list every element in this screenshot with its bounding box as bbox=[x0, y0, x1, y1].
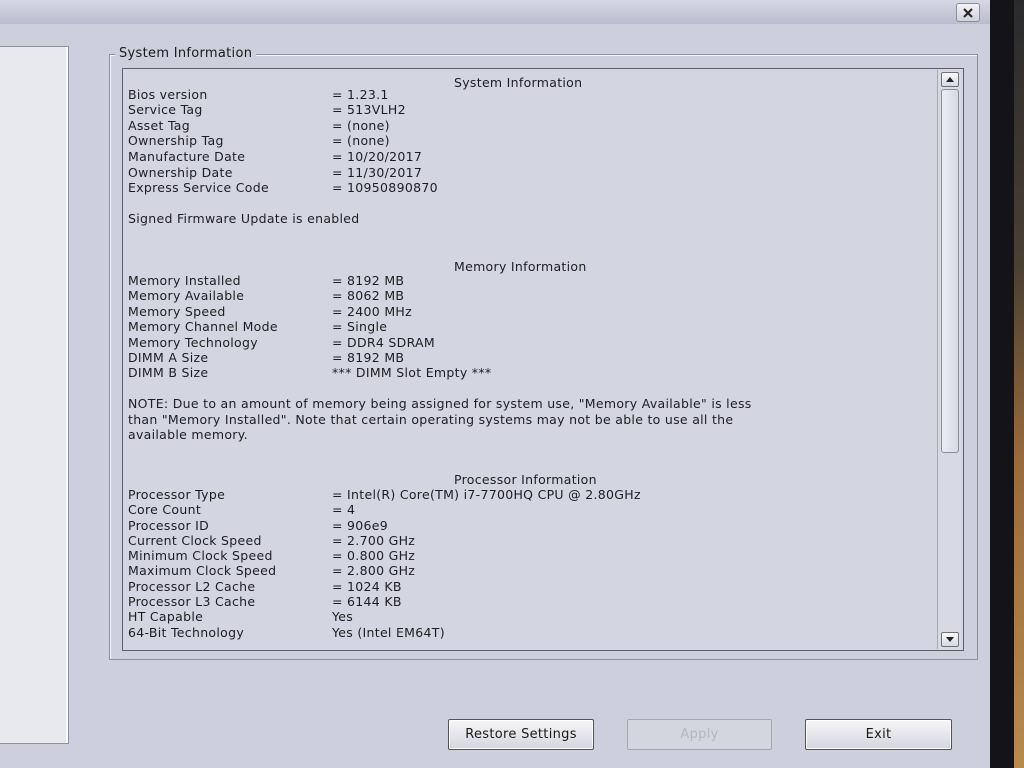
memory-note-line: than "Memory Installed". Note that certa… bbox=[128, 411, 734, 427]
row-label: Processor Type bbox=[128, 487, 226, 502]
scroll-up-button[interactable] bbox=[941, 72, 959, 87]
row-value: = 8192 MB bbox=[332, 273, 405, 288]
row-label: Minimum Clock Speed bbox=[128, 548, 273, 563]
row-value: = 0.800 GHz bbox=[332, 548, 416, 563]
background-edge bbox=[1014, 0, 1024, 768]
row-label: Service Tag bbox=[128, 102, 203, 117]
row-label: Bios version bbox=[128, 87, 208, 102]
row-value: = DDR4 SDRAM bbox=[332, 335, 435, 350]
memory-note: NOTE: Due to an amount of memory being a… bbox=[128, 396, 848, 443]
navigation-pane[interactable] bbox=[0, 46, 69, 744]
row-label: Memory Technology bbox=[128, 335, 258, 350]
row-label: Core Count bbox=[128, 502, 202, 517]
firmware-status: Signed Firmware Update is enabled bbox=[128, 211, 360, 226]
row-label: Ownership Date bbox=[128, 165, 233, 180]
scroll-down-arrow-icon bbox=[946, 637, 954, 642]
row-label: Memory Channel Mode bbox=[128, 319, 278, 334]
row-value: = 906e9 bbox=[332, 518, 389, 533]
row-value: = 10/20/2017 bbox=[332, 149, 423, 164]
processor-section-heading: Processor Information bbox=[454, 472, 597, 487]
scroll-down-button[interactable] bbox=[941, 632, 959, 647]
row-value: Yes (Intel EM64T) bbox=[332, 625, 445, 640]
vertical-scrollbar[interactable] bbox=[937, 70, 961, 649]
row-value: = Single bbox=[332, 319, 388, 334]
scroll-up-arrow-icon bbox=[946, 77, 954, 82]
row-label: Memory Speed bbox=[128, 304, 226, 319]
info-content: System Information Bios version = 1.23.1… bbox=[128, 73, 932, 648]
row-value: = (none) bbox=[332, 133, 390, 148]
row-value: = 1024 KB bbox=[332, 579, 402, 594]
row-label: Express Service Code bbox=[128, 180, 269, 195]
row-label: Maximum Clock Speed bbox=[128, 563, 277, 578]
scrollbar-thumb[interactable] bbox=[941, 89, 959, 453]
group-title: System Information bbox=[115, 46, 257, 61]
row-label: 64-Bit Technology bbox=[128, 625, 245, 640]
apply-button[interactable]: Apply bbox=[627, 719, 772, 750]
row-label: DIMM B Size bbox=[128, 365, 209, 380]
row-value: = 6144 KB bbox=[332, 594, 402, 609]
row-value: = 513VLH2 bbox=[332, 102, 406, 117]
memory-note-line: available memory. bbox=[128, 427, 248, 442]
row-label: Ownership Tag bbox=[128, 133, 224, 148]
row-value: = 2400 MHz bbox=[332, 304, 412, 319]
exit-button[interactable]: Exit bbox=[805, 719, 952, 750]
row-label: Memory Available bbox=[128, 288, 245, 303]
row-value: = 1.23.1 bbox=[332, 87, 389, 102]
row-label: Processor L2 Cache bbox=[128, 579, 256, 594]
close-button[interactable] bbox=[956, 3, 980, 22]
row-value: = 10950890870 bbox=[332, 180, 438, 195]
row-label: Manufacture Date bbox=[128, 149, 246, 164]
row-value: = 4 bbox=[332, 502, 356, 517]
row-label: Current Clock Speed bbox=[128, 533, 262, 548]
memory-note-line: NOTE: Due to an amount of memory being a… bbox=[128, 396, 752, 411]
row-value: *** DIMM Slot Empty *** bbox=[332, 365, 492, 380]
row-value: = 8062 MB bbox=[332, 288, 405, 303]
system-section-heading: System Information bbox=[454, 75, 583, 90]
memory-section-heading: Memory Information bbox=[454, 259, 587, 274]
monitor-bezel bbox=[990, 0, 1014, 768]
row-label: Asset Tag bbox=[128, 118, 191, 133]
row-value: = (none) bbox=[332, 118, 390, 133]
row-label: HT Capable bbox=[128, 609, 204, 624]
row-label: Memory Installed bbox=[128, 273, 241, 288]
close-icon bbox=[963, 7, 973, 18]
row-label: Processor ID bbox=[128, 518, 210, 533]
row-label: Processor L3 Cache bbox=[128, 594, 256, 609]
row-label: DIMM A Size bbox=[128, 350, 209, 365]
row-value: = Intel(R) Core(TM) i7-7700HQ CPU @ 2.80… bbox=[332, 487, 641, 502]
title-bar bbox=[0, 0, 990, 24]
row-value: Yes bbox=[332, 609, 354, 624]
row-value: = 11/30/2017 bbox=[332, 165, 423, 180]
restore-settings-button[interactable]: Restore Settings bbox=[448, 719, 594, 750]
row-value: = 2.700 GHz bbox=[332, 533, 416, 548]
row-value: = 8192 MB bbox=[332, 350, 405, 365]
row-value: = 2.800 GHz bbox=[332, 563, 416, 578]
